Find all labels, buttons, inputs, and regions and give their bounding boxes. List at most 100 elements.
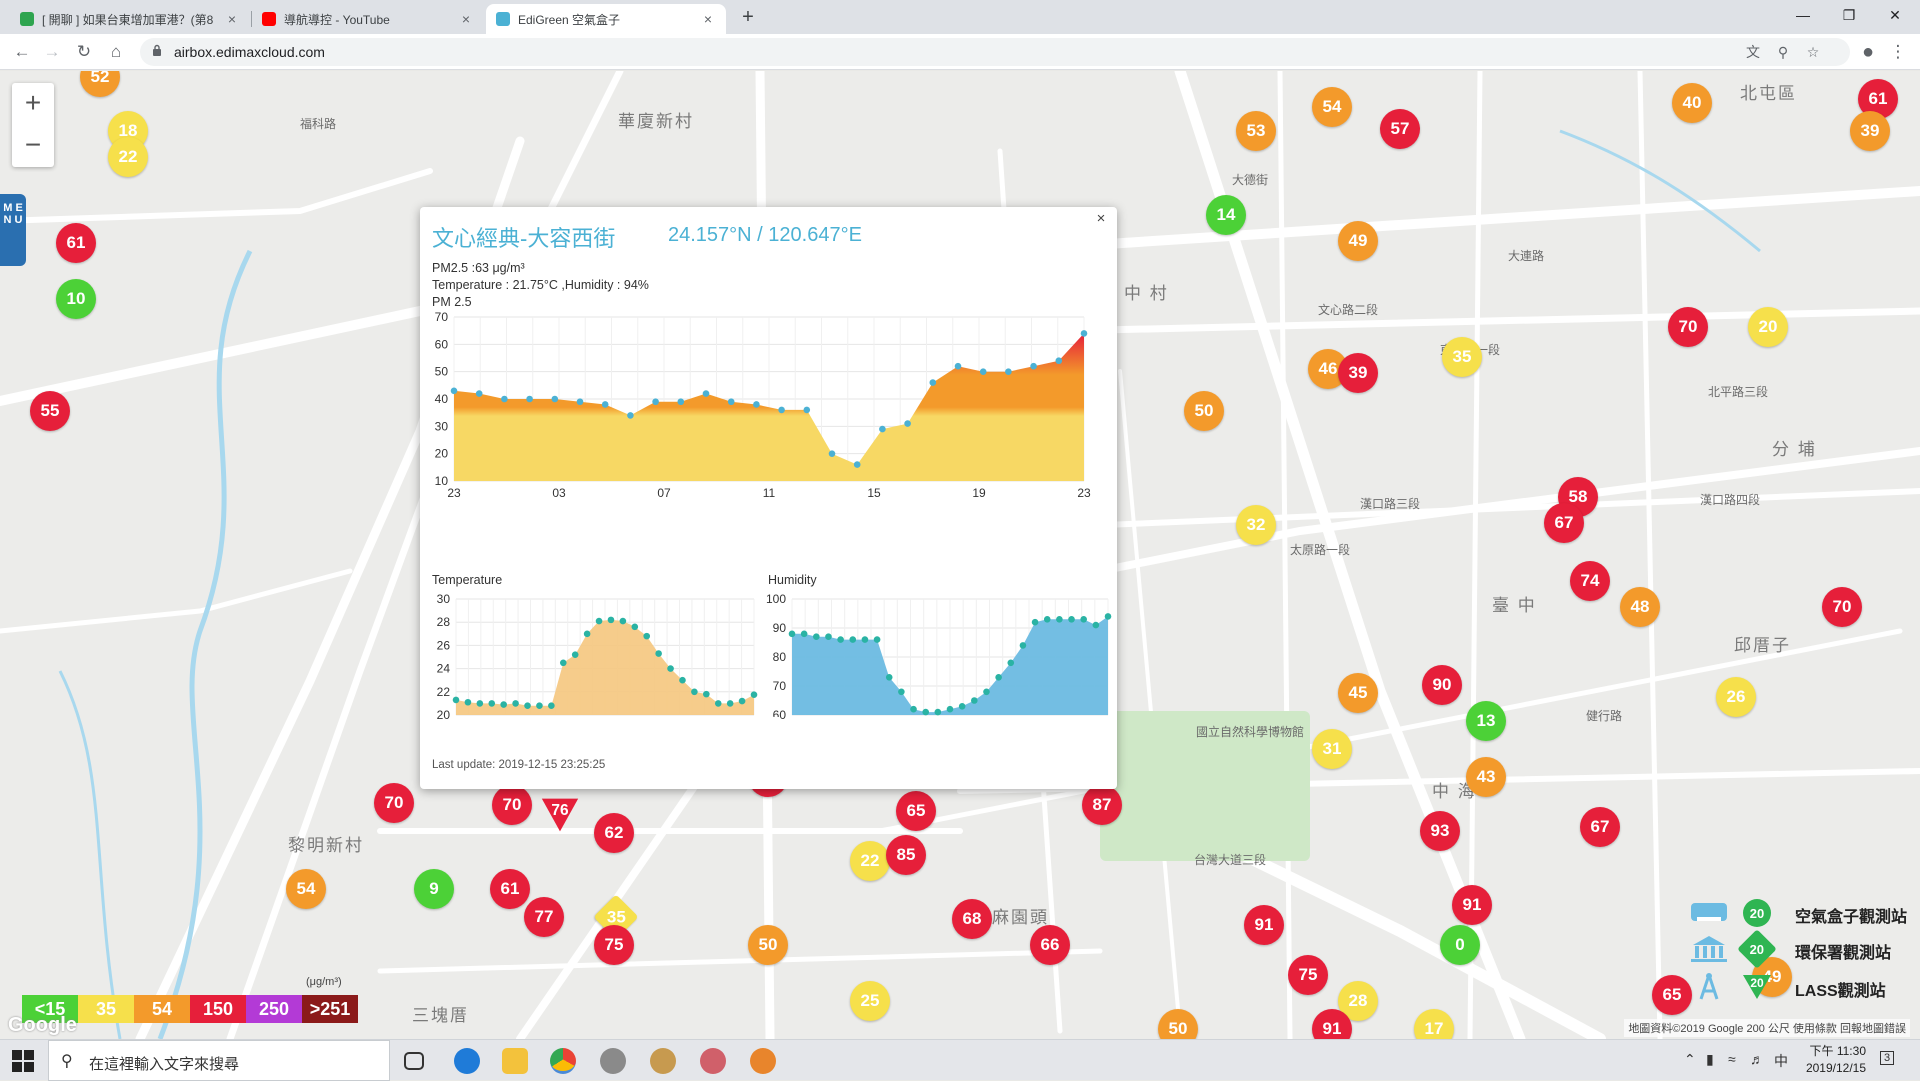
aq-marker[interactable]: 22 [108, 137, 148, 177]
data-point [576, 398, 584, 406]
aq-marker[interactable]: 43 [1466, 757, 1506, 797]
address-bar[interactable]: airbox.edimaxcloud.com 文 ⚲ ☆ [140, 38, 1850, 66]
close-tab-icon[interactable]: × [458, 11, 474, 27]
aq-marker[interactable]: 20 [1748, 307, 1788, 347]
app-icon[interactable] [650, 1048, 676, 1074]
file-explorer-icon[interactable] [502, 1048, 528, 1074]
aq-marker[interactable]: 70 [492, 785, 532, 825]
aq-marker[interactable]: 25 [850, 981, 890, 1021]
aq-marker[interactable]: 22 [850, 841, 890, 881]
aq-marker[interactable]: 90 [1422, 665, 1462, 705]
tab-2[interactable]: 導航導控 - YouTube × [252, 4, 484, 34]
volume-icon[interactable]: ♬ [1750, 1051, 1764, 1067]
data-point [1055, 357, 1063, 365]
system-clock[interactable]: 下午 11:30 2019/12/15 [1806, 1043, 1866, 1077]
aq-marker[interactable]: 91 [1452, 885, 1492, 925]
tray-up-arrow-icon[interactable]: ⌃ [1684, 1051, 1696, 1068]
restore-window-icon[interactable]: ❐ [1826, 0, 1872, 30]
task-view-icon[interactable] [404, 1052, 424, 1070]
reload-icon[interactable]: ↻ [72, 40, 96, 64]
aq-marker[interactable]: 68 [952, 899, 992, 939]
aq-marker[interactable]: 14 [1206, 195, 1246, 235]
close-tab-icon[interactable]: × [700, 11, 716, 27]
chrome-icon[interactable] [550, 1048, 576, 1074]
aq-marker[interactable]: 87 [1082, 785, 1122, 825]
more-menu-icon[interactable]: ⋮ [1886, 40, 1910, 64]
aq-marker[interactable]: 66 [1030, 925, 1070, 965]
aq-marker[interactable]: 54 [286, 869, 326, 909]
tab-3-active[interactable]: EdiGreen 空氣盒子 × [486, 4, 726, 34]
tab-1[interactable]: [ 開聊 ] 如果台東增加軍港？(第8 × [10, 4, 250, 34]
bookmark-star-icon[interactable]: ☆ [1804, 43, 1822, 61]
aq-marker[interactable]: 77 [524, 897, 564, 937]
blender-icon[interactable] [750, 1048, 776, 1074]
menu-tab-button[interactable]: M E N U [0, 194, 26, 266]
aq-marker[interactable]: 65 [896, 791, 936, 831]
aq-marker[interactable]: 54 [1312, 87, 1352, 127]
aq-marker[interactable]: 93 [1420, 811, 1460, 851]
road-label: 文心路二段 [1318, 303, 1379, 317]
aq-marker[interactable]: 49 [1338, 221, 1378, 261]
aq-marker[interactable]: 74 [1570, 561, 1610, 601]
aq-marker[interactable]: 35 [1442, 337, 1482, 377]
tab-strip: [ 開聊 ] 如果台東增加軍港？(第8 × 導航導控 - YouTube × E… [0, 0, 1920, 34]
home-icon[interactable]: ⌂ [104, 40, 128, 64]
aq-marker[interactable]: 0 [1440, 925, 1480, 965]
aq-marker[interactable]: 40 [1672, 83, 1712, 123]
aq-marker[interactable]: 57 [1380, 109, 1420, 149]
new-tab-button[interactable]: + [736, 6, 760, 30]
notification-icon[interactable]: 3 [1880, 1051, 1895, 1065]
aq-marker[interactable]: 50 [1184, 391, 1224, 431]
windows-start-icon[interactable] [12, 1050, 34, 1072]
aq-marker[interactable]: 26 [1716, 677, 1756, 717]
app-icon[interactable] [600, 1048, 626, 1074]
aq-marker[interactable]: 39 [1338, 353, 1378, 393]
close-popup-button[interactable]: × [1091, 209, 1111, 229]
taskbar-search-box[interactable]: ⚲ 在這裡輸入文字來搜尋 [48, 1040, 390, 1081]
close-tab-icon[interactable]: × [224, 11, 240, 27]
battery-icon[interactable]: ▮ [1706, 1051, 1714, 1068]
data-point [954, 362, 962, 370]
map-area[interactable]: 華廈新村 黎明新村 麻園頭 三塊厝 臺 中 邱厝子 中 海 北屯區 分 埔 中 … [0, 71, 1920, 1039]
wifi-icon[interactable]: ≈ [1728, 1051, 1736, 1067]
aq-marker[interactable]: 75 [1288, 955, 1328, 995]
zoom-in-button[interactable]: + [12, 83, 54, 125]
close-window-icon[interactable]: ✕ [1872, 0, 1918, 30]
ime-indicator[interactable]: 中 [1774, 1051, 1788, 1071]
aq-marker[interactable]: 70 [1668, 307, 1708, 347]
aq-marker[interactable]: 70 [1822, 587, 1862, 627]
aq-marker[interactable]: 45 [1338, 673, 1378, 713]
translate-icon[interactable]: 文 [1744, 43, 1762, 61]
aq-marker[interactable]: 67 [1544, 503, 1584, 543]
aq-marker[interactable]: 39 [1850, 111, 1890, 151]
edge-browser-icon[interactable] [454, 1048, 480, 1074]
aq-marker[interactable]: 31 [1312, 729, 1352, 769]
aq-marker[interactable]: 75 [594, 925, 634, 965]
zoom-icon[interactable]: ⚲ [1774, 43, 1792, 61]
aq-marker[interactable]: 13 [1466, 701, 1506, 741]
aq-marker[interactable]: 85 [886, 835, 926, 875]
temperature-chart: 20 22 24 26 28 30 [437, 592, 758, 722]
aq-marker[interactable]: 53 [1236, 111, 1276, 151]
aq-marker[interactable]: 55 [30, 391, 70, 431]
aq-marker[interactable]: 70 [374, 783, 414, 823]
aq-marker[interactable]: 61 [490, 869, 530, 909]
aq-marker[interactable]: 50 [748, 925, 788, 965]
minimize-window-icon[interactable]: — [1780, 0, 1826, 30]
app-icon[interactable] [700, 1048, 726, 1074]
aq-marker[interactable]: 10 [56, 279, 96, 319]
aq-marker[interactable]: 48 [1620, 587, 1660, 627]
aq-marker[interactable]: 91 [1244, 905, 1284, 945]
aq-marker[interactable]: 62 [594, 813, 634, 853]
back-icon[interactable]: ← [10, 40, 34, 64]
lass-marker[interactable]: 76 [540, 795, 580, 835]
aq-marker[interactable]: 9 [414, 869, 454, 909]
profile-icon[interactable]: ● [1856, 40, 1880, 64]
aq-marker[interactable]: 32 [1236, 505, 1276, 545]
aq-marker[interactable]: 61 [56, 223, 96, 263]
forward-icon[interactable]: → [40, 40, 64, 64]
map-attribution[interactable]: 地圖資料©2019 Google 200 公尺 使用條款 回報地圖錯誤 [1624, 1019, 1910, 1037]
data-point [828, 450, 836, 457]
aq-marker[interactable]: 67 [1580, 807, 1620, 847]
zoom-out-button[interactable]: − [12, 125, 54, 167]
